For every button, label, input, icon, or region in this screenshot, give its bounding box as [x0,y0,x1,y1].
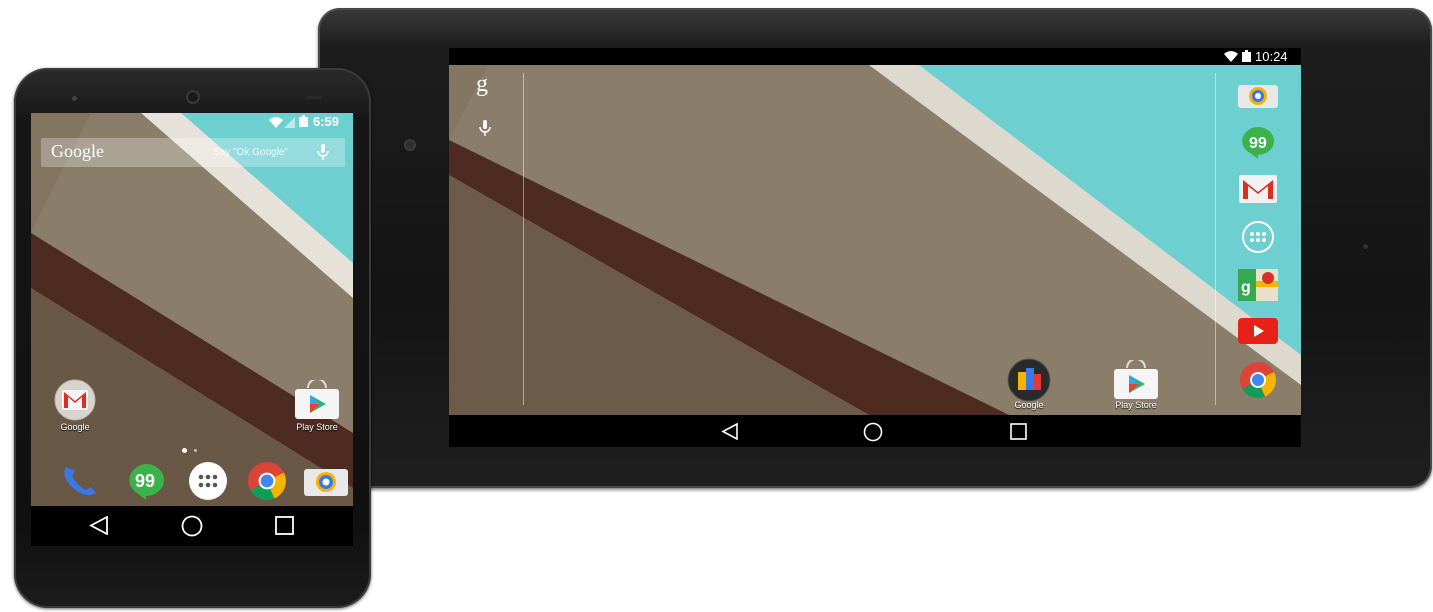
google-folder-icon [1002,358,1056,402]
hangouts-icon[interactable]: 99 [123,461,169,501]
home-icon[interactable] [181,515,203,537]
app-drawer-icon[interactable] [185,461,231,501]
google-search-button[interactable]: g [476,71,488,98]
google-logo: Google [51,141,104,161]
signal-icon [284,117,295,128]
phone-sensor [72,96,77,101]
camera-icon[interactable] [303,463,349,499]
page-indicator-active [182,448,187,453]
app-google-folder[interactable]: Google [47,378,103,432]
search-bar-divider [523,73,524,405]
back-icon[interactable] [89,516,109,535]
app-play-store[interactable]: Play Store [1105,358,1167,410]
tablet-status-bar: 10:24 [449,48,1301,65]
gmail-icon[interactable] [1237,173,1279,205]
microphone-icon[interactable] [479,120,491,136]
home-icon[interactable] [863,422,883,442]
tablet-camera [404,139,416,151]
google-search-bar[interactable]: Google Say "Ok Google" [41,138,345,167]
phone-icon[interactable] [57,461,103,501]
app-label: Google [60,422,90,432]
phone-nav-bar [31,506,353,546]
play-store-icon [1109,358,1163,402]
microphone-icon[interactable] [317,144,329,160]
app-label: Play Store [296,422,338,432]
camera-icon[interactable] [1237,81,1279,109]
tablet-clock: 10:24 [1255,49,1288,64]
phone-camera [186,90,200,104]
tablet-screen: 10:24 g Google Play Store 99 g [449,48,1301,447]
chrome-icon[interactable] [244,461,290,501]
battery-icon [299,115,308,127]
tablet-sensor [1363,244,1368,249]
phone-wallpaper: 6:59 Google Say "Ok Google" Google Play … [31,113,353,506]
tablet-nav-bar [449,415,1301,447]
svg-text:99: 99 [135,471,155,491]
phone-wallpaper-art [31,113,353,506]
phone-clock: 6:59 [313,114,340,129]
phone-speaker [306,96,322,99]
page-indicator-inactive [194,449,197,452]
dock-divider [1215,73,1216,405]
phone-screen: 6:59 Google Say "Ok Google" Google Play … [31,113,353,546]
svg-text:g: g [1241,279,1251,296]
youtube-icon[interactable] [1237,317,1279,345]
hangouts-icon[interactable]: 99 [1237,125,1279,159]
app-play-store[interactable]: Play Store [286,378,348,432]
wifi-icon [1224,51,1238,62]
gmail-folder-icon [47,378,103,422]
back-icon[interactable] [721,423,739,440]
wifi-icon [269,117,283,128]
tablet-wallpaper: g Google Play Store 99 g [449,65,1301,415]
recents-icon[interactable] [1010,423,1028,440]
phone-device: 6:59 Google Say "Ok Google" Google Play … [14,68,371,608]
maps-icon[interactable]: g [1237,268,1279,302]
chrome-icon[interactable] [1237,360,1279,400]
tablet-wallpaper-art [449,65,1301,415]
tablet-device: 10:24 g Google Play Store 99 g [318,8,1432,488]
play-store-icon [286,378,348,422]
app-drawer-icon[interactable] [1237,220,1279,254]
recents-icon[interactable] [275,516,295,535]
app-google-folder[interactable]: Google [998,358,1060,410]
app-label: Play Store [1115,400,1157,410]
battery-icon [1242,50,1251,62]
search-hint: Say "Ok Google" [213,147,288,158]
svg-text:99: 99 [1249,135,1267,152]
